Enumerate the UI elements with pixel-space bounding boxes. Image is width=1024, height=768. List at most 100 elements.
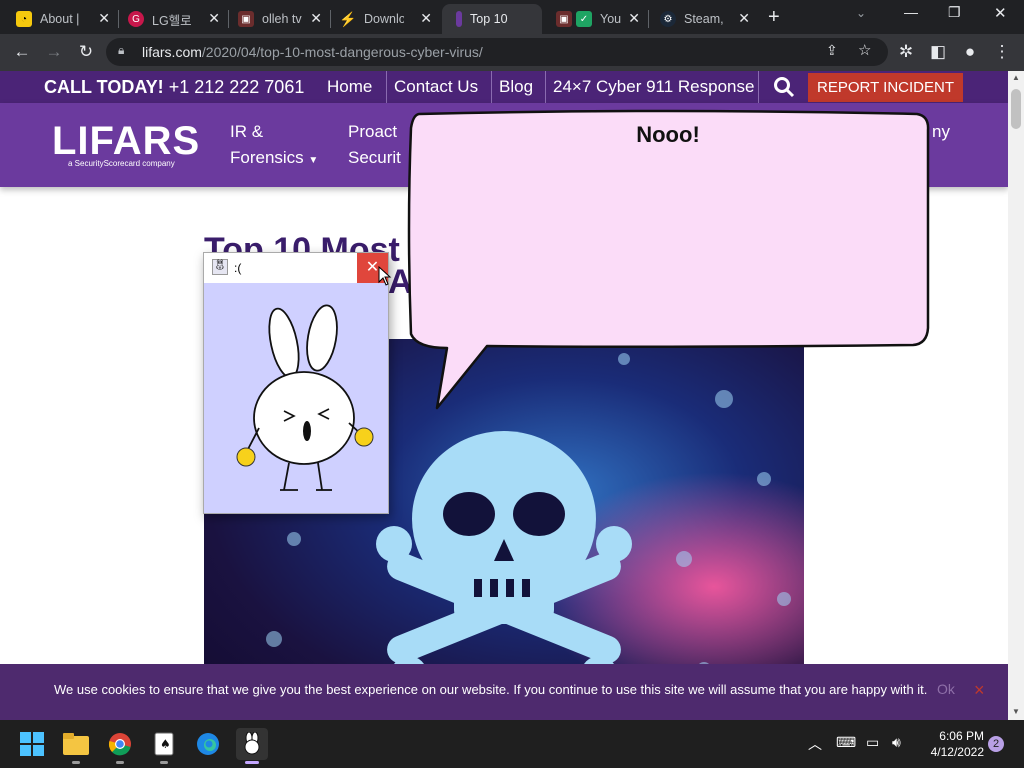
- tab-title: About |: [40, 12, 80, 26]
- cookie-message: We use cookies to ensure that we give yo…: [54, 682, 928, 697]
- close-tab-icon[interactable]: ✕: [420, 10, 432, 27]
- lifars-icon: [456, 11, 462, 27]
- nav-blog[interactable]: Blog: [491, 71, 540, 103]
- running-indicator: [160, 761, 168, 764]
- keyboard-icon[interactable]: ⌨: [836, 734, 856, 751]
- new-tab-button[interactable]: +: [768, 6, 780, 29]
- cookie-close-icon[interactable]: ×: [974, 680, 985, 701]
- cookie-banner: We use cookies to ensure that we give yo…: [0, 664, 1008, 720]
- chrome-icon[interactable]: [104, 728, 136, 764]
- clock-time: 6:06 PM: [939, 729, 984, 743]
- scroll-down-icon[interactable]: ▼: [1012, 707, 1020, 716]
- solitaire-icon[interactable]: ♠: [148, 728, 180, 764]
- nav-contact-us[interactable]: Contact Us: [386, 71, 485, 103]
- nav-proactive-line2: Securit: [348, 148, 401, 167]
- call-label: CALL TODAY!: [44, 77, 164, 97]
- lifars-logo[interactable]: LIFARS: [52, 119, 200, 164]
- system-clock[interactable]: 6:06 PM 4/12/2022: [914, 728, 984, 760]
- clock-date: 4/12/2022: [930, 745, 984, 759]
- notification-badge[interactable]: 2: [988, 736, 1004, 752]
- windows-start-icon[interactable]: [16, 728, 48, 760]
- cookie-ok-button[interactable]: Ok: [937, 681, 955, 697]
- url-text: lifars.com/2020/04/top-10-most-dangerous…: [142, 44, 483, 60]
- scroll-up-icon[interactable]: ▲: [1012, 73, 1020, 82]
- windows-taskbar: ♠ ︿ ⌨ ▭ 🔊︎ 6:06 PM 4/12/2022 2: [0, 720, 1024, 768]
- scrollbar-thumb[interactable]: [1011, 89, 1021, 129]
- nav-cyber-911[interactable]: 24×7 Cyber 911 Response: [545, 71, 761, 103]
- tab-steam[interactable]: ⚙ Steam, ✕: [650, 4, 758, 34]
- volume-icon[interactable]: 🔊︎: [892, 734, 901, 751]
- active-indicator: [245, 761, 259, 764]
- browser-toolbar: ← → ↻ 🔒︎ lifars.com/2020/04/top-10-most-…: [0, 34, 1024, 71]
- call-number[interactable]: +1 212 222 7061: [169, 77, 305, 97]
- tab-lg[interactable]: G LG헬로 ✕: [118, 4, 228, 34]
- nav-proactive-security[interactable]: Proact Securit: [348, 119, 401, 171]
- nav-ir-line1: IR &: [230, 122, 264, 141]
- page-scrollbar[interactable]: ▲ ▼: [1008, 71, 1024, 720]
- bookmark-star-icon[interactable]: ☆: [858, 41, 871, 59]
- tab-search-icon[interactable]: ⌄: [856, 6, 866, 20]
- nav-ir-forensics[interactable]: IR & Forensics ▼: [230, 119, 318, 174]
- youtube-icon: ✓: [576, 11, 592, 27]
- reload-icon[interactable]: ↻: [76, 42, 96, 62]
- window-close-icon[interactable]: ✕: [994, 4, 1007, 22]
- tab-title: LG헬로: [152, 13, 192, 28]
- popup-titlebar[interactable]: 🐰︎ :( ✕: [204, 253, 388, 283]
- close-tab-icon[interactable]: ✕: [208, 10, 220, 27]
- nav-company[interactable]: ny: [932, 119, 950, 145]
- speech-bubble: Nooo!: [405, 108, 931, 418]
- tv-icon: ▣: [238, 11, 254, 27]
- forward-icon[interactable]: →: [44, 42, 64, 62]
- menu-icon[interactable]: ⋮: [992, 42, 1012, 62]
- game-icon: ▣: [556, 11, 572, 27]
- side-panel-icon[interactable]: ◧: [928, 42, 948, 62]
- bolt-icon: ⚡: [339, 10, 357, 27]
- tab-title: Top 10: [470, 12, 508, 26]
- browser-tab-strip: ◔ About | ✕ G LG헬로 ✕ ▣ olleh tv ✕ ⚡ Down…: [0, 0, 1024, 34]
- extensions-icon[interactable]: ✲: [896, 42, 916, 62]
- report-incident-button[interactable]: REPORT INCIDENT: [808, 73, 963, 102]
- bunny-app-taskbar-icon[interactable]: [236, 728, 268, 764]
- tab-olleh[interactable]: ▣ olleh tv ✕: [228, 4, 330, 34]
- file-explorer-icon[interactable]: [60, 728, 92, 764]
- address-bar[interactable]: 🔒︎ lifars.com/2020/04/top-10-most-danger…: [106, 38, 888, 66]
- nav-home[interactable]: Home: [320, 71, 379, 103]
- close-tab-icon[interactable]: ✕: [738, 10, 750, 27]
- popup-window[interactable]: 🐰︎ :( ✕: [203, 252, 389, 514]
- url-path: /2020/04/top-10-most-dangerous-cyber-vir…: [201, 44, 483, 60]
- nav-ir-line2: Forensics: [230, 148, 304, 167]
- nav-proactive-line1: Proact: [348, 122, 398, 141]
- speech-bubble-shape: [407, 109, 930, 410]
- bubble-text: Nooo!: [636, 122, 700, 147]
- minimize-icon[interactable]: —: [904, 4, 918, 20]
- mouse-cursor-icon: [378, 265, 392, 291]
- share-icon[interactable]: ⇪: [826, 42, 838, 59]
- close-tab-icon[interactable]: ✕: [310, 10, 322, 27]
- close-tab-icon[interactable]: ✕: [628, 10, 640, 27]
- steam-icon: ⚙: [660, 11, 676, 27]
- popup-title: :(: [234, 261, 242, 275]
- call-today: CALL TODAY! +1 212 222 7061: [44, 77, 304, 98]
- svg-text:♠: ♠: [160, 737, 171, 751]
- bunny-app-icon: 🐰︎: [212, 259, 228, 275]
- tab-about[interactable]: ◔ About | ✕: [6, 4, 118, 34]
- tab-top10[interactable]: Top 10: [442, 4, 542, 34]
- back-icon[interactable]: ←: [12, 42, 32, 62]
- network-icon[interactable]: ▭: [866, 734, 879, 751]
- tab-separator: [648, 10, 649, 28]
- logo-subtitle: a SecurityScorecard company: [68, 159, 175, 168]
- tab-title: You: [600, 12, 622, 26]
- edge-icon[interactable]: [192, 728, 224, 760]
- tab-youtube[interactable]: ▣ ✓ You ✕: [546, 4, 648, 34]
- running-indicator: [72, 761, 80, 764]
- profile-icon[interactable]: ●: [960, 42, 980, 62]
- search-icon[interactable]: [758, 71, 808, 103]
- tab-download[interactable]: ⚡ Downlo ✕: [330, 4, 440, 34]
- tab-title: Downlo: [364, 12, 404, 26]
- lock-icon: 🔒︎: [118, 43, 125, 57]
- tray-overflow-icon[interactable]: ︿: [808, 734, 822, 754]
- close-tab-icon[interactable]: ✕: [98, 10, 110, 27]
- restore-icon[interactable]: ❐: [948, 4, 961, 21]
- lg-icon: G: [128, 11, 144, 27]
- chevron-down-icon: ▼: [308, 155, 319, 166]
